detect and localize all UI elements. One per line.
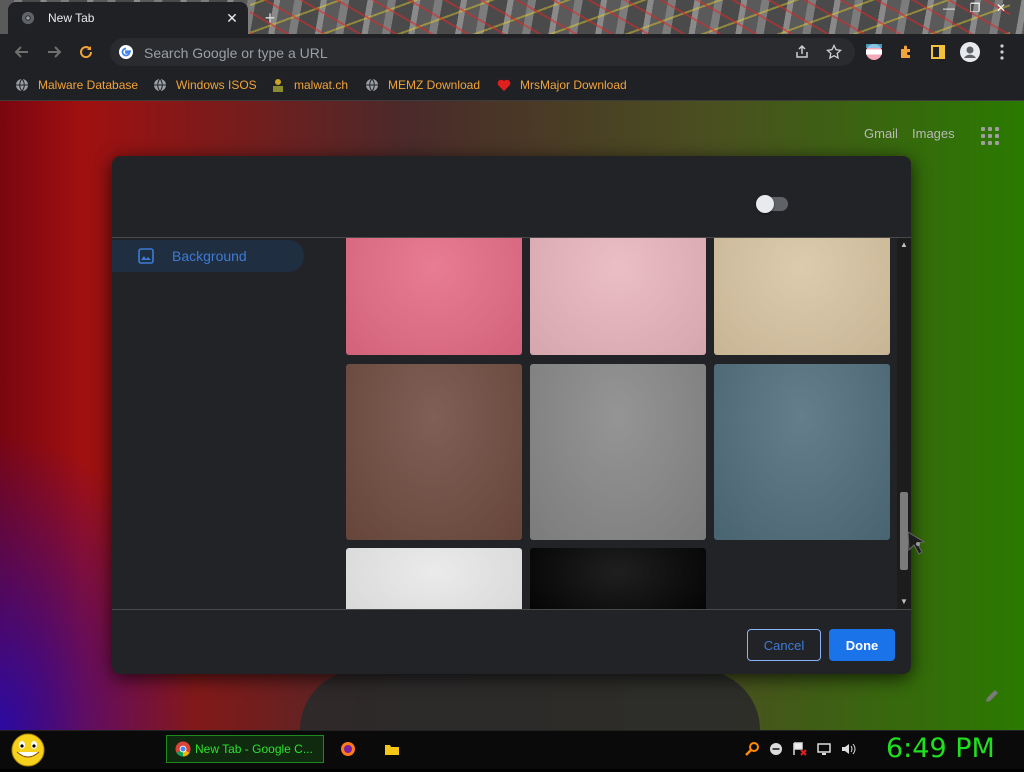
- color-tile[interactable]: [346, 548, 522, 609]
- customize-dialog: Background ▲ ▼ Cancel Done: [112, 156, 911, 674]
- bookmark-label: Windows ISOS: [176, 78, 257, 92]
- tab-title: New Tab: [48, 11, 95, 25]
- search-icon[interactable]: [744, 741, 760, 757]
- background-shape: [300, 670, 760, 730]
- cancel-button[interactable]: Cancel: [747, 629, 821, 661]
- bookmark-label: MEMZ Download: [388, 78, 481, 92]
- person-icon: [270, 77, 286, 93]
- image-icon: [136, 246, 156, 266]
- toggle-knob: [756, 195, 774, 213]
- bookmarks-bar: Malware Database Windows ISOS malwat.ch …: [0, 70, 1024, 101]
- back-icon[interactable]: [10, 40, 34, 64]
- globe-icon: [364, 77, 380, 93]
- omnibox-input[interactable]: [142, 42, 766, 64]
- taskbar: New Tab - Google C... 6:49 PM: [0, 730, 1024, 769]
- bookmark-mrsmajor-download[interactable]: MrsMajor Download: [496, 76, 627, 94]
- dialog-footer: Cancel Done: [112, 609, 911, 674]
- forward-icon[interactable]: [42, 40, 66, 64]
- google-g-icon: [118, 44, 134, 60]
- color-tile[interactable]: [714, 364, 890, 540]
- color-tile[interactable]: [714, 238, 890, 355]
- sidebar-item-label: Background: [172, 248, 247, 264]
- browser-toolbar: [0, 34, 1024, 70]
- background-toggle[interactable]: [756, 195, 788, 213]
- bookmark-malwat-ch[interactable]: malwat.ch: [270, 76, 348, 94]
- mouse-cursor-icon: [906, 530, 928, 556]
- new-tab-icon[interactable]: +: [258, 6, 282, 30]
- menu-kebab-icon[interactable]: [990, 40, 1014, 64]
- window-titlebar: New Tab ✕ + — ❐ ✕: [0, 0, 1024, 34]
- taskbar-clock[interactable]: 6:49 PM: [886, 733, 995, 764]
- sidebar-item-background[interactable]: Background: [112, 240, 304, 272]
- scroll-up-arrow-icon[interactable]: ▲: [897, 238, 911, 252]
- bookmark-label: Malware Database: [38, 78, 139, 92]
- minus-circle-icon[interactable]: [768, 741, 784, 757]
- scroll-down-arrow-icon[interactable]: ▼: [897, 595, 911, 609]
- tab-close-icon[interactable]: ✕: [224, 10, 240, 27]
- gmail-link[interactable]: Gmail: [864, 126, 898, 141]
- color-tile[interactable]: [346, 238, 522, 355]
- heart-icon: [496, 77, 512, 93]
- bookmark-memz-download[interactable]: MEMZ Download: [364, 76, 480, 94]
- bookmark-label: malwat.ch: [294, 78, 349, 92]
- side-panel-icon[interactable]: [926, 40, 950, 64]
- bookmark-star-icon[interactable]: [822, 40, 846, 64]
- browser-tab[interactable]: New Tab ✕: [8, 2, 248, 34]
- network-icon[interactable]: [816, 741, 832, 757]
- pencil-icon[interactable]: [984, 688, 1000, 704]
- minimize-icon[interactable]: —: [936, 0, 962, 18]
- color-tile[interactable]: [530, 548, 706, 609]
- share-icon[interactable]: [790, 40, 814, 64]
- apps-grid-icon[interactable]: [981, 127, 999, 145]
- bookmark-malware-database[interactable]: Malware Database: [14, 76, 138, 94]
- extensions-icon[interactable]: [894, 40, 918, 64]
- globe-icon: [152, 77, 168, 93]
- file-explorer-icon[interactable]: [384, 741, 400, 757]
- address-bar[interactable]: [110, 38, 855, 66]
- reload-icon[interactable]: [74, 40, 98, 64]
- volume-icon[interactable]: [840, 741, 856, 757]
- action-center-flag-icon[interactable]: [792, 741, 808, 757]
- bookmark-windows-isos[interactable]: Windows ISOS: [152, 76, 257, 94]
- firefox-icon[interactable]: [340, 741, 356, 757]
- maximize-icon[interactable]: ❐: [962, 0, 988, 18]
- close-window-icon[interactable]: ✕: [988, 0, 1014, 18]
- globe-icon: [14, 77, 30, 93]
- chrome-icon: [175, 741, 191, 757]
- smiley-start-icon[interactable]: [8, 733, 48, 767]
- titlebar-wallpaper: [250, 0, 1010, 34]
- taskbar-task-chrome[interactable]: New Tab - Google C...: [166, 735, 324, 763]
- done-button[interactable]: Done: [829, 629, 895, 661]
- dialog-header: [112, 156, 911, 238]
- task-label: New Tab - Google C...: [195, 742, 313, 756]
- color-tile[interactable]: [346, 364, 522, 540]
- chrome-tab-icon: [20, 10, 36, 26]
- profile-flag-icon[interactable]: [862, 40, 886, 64]
- background-color-grid: [346, 238, 896, 609]
- images-link[interactable]: Images: [912, 126, 955, 141]
- account-avatar-icon[interactable]: [958, 40, 982, 64]
- color-tile[interactable]: [530, 238, 706, 355]
- color-tile[interactable]: [530, 364, 706, 540]
- bookmark-label: MrsMajor Download: [520, 78, 627, 92]
